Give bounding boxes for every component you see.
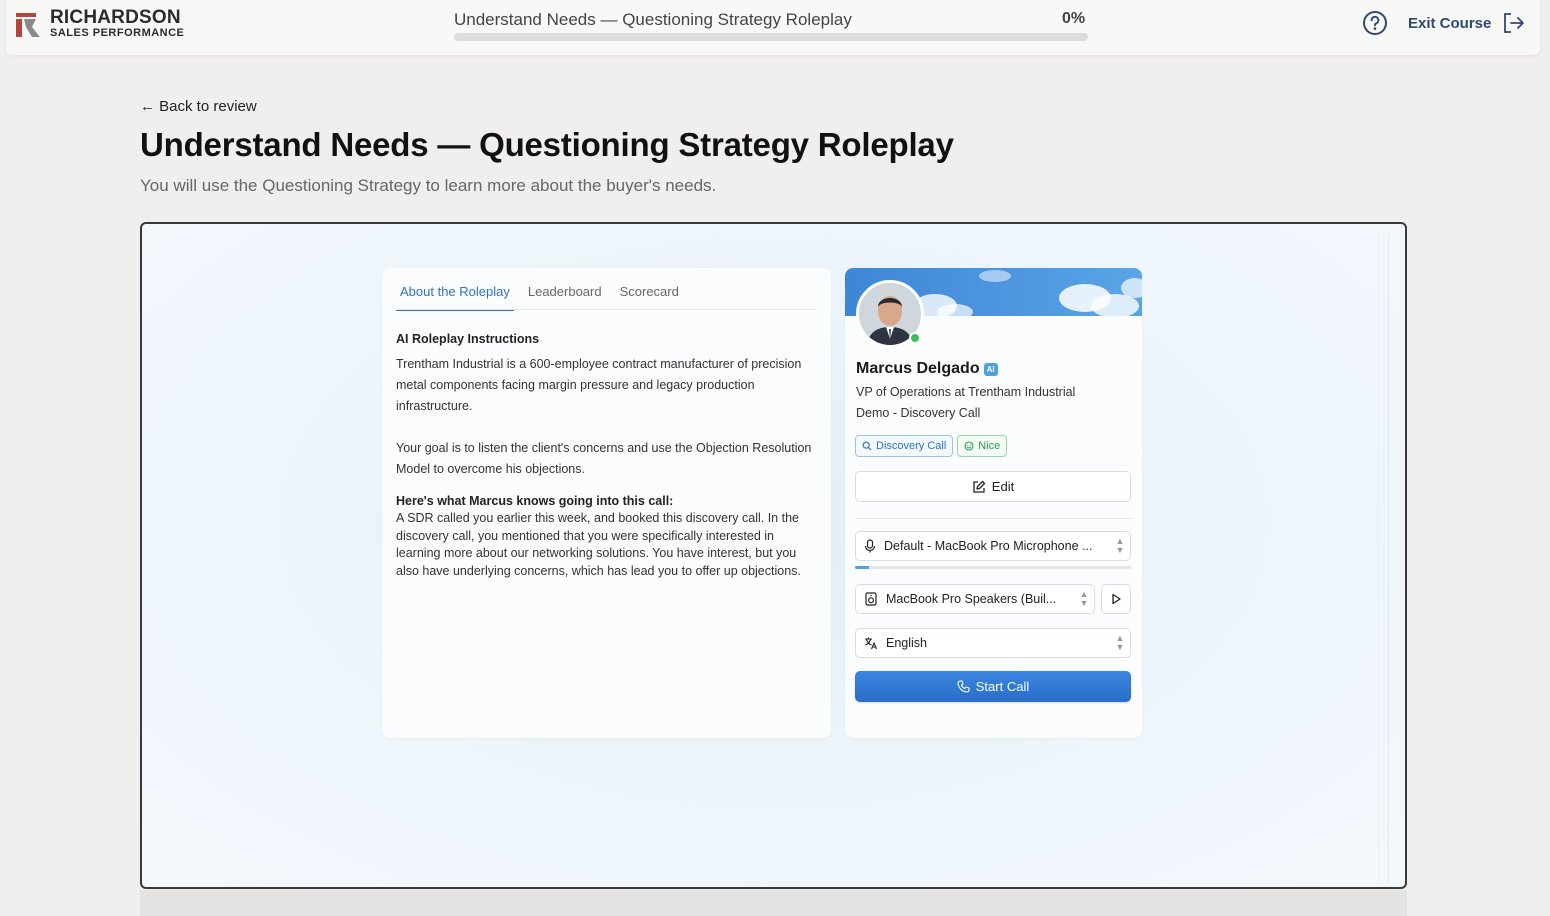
instructions-paragraph: Your goal is to listen the client's conc… xyxy=(396,441,812,476)
tag-discovery-call: Discovery Call xyxy=(855,435,954,457)
tab-divider xyxy=(396,309,817,310)
top-bar: RICHARDSON SALES PERFORMANCE Understand … xyxy=(6,0,1540,55)
tab-about-roleplay[interactable]: About the Roleplay xyxy=(396,280,514,311)
edit-button[interactable]: Edit xyxy=(855,471,1131,502)
chevron-up-down-icon: ▲ ▼ xyxy=(1079,589,1089,608)
persona-name: Marcus Delgado AI xyxy=(856,360,998,378)
brand-logo[interactable]: RICHARDSON SALES PERFORMANCE xyxy=(14,8,184,39)
edit-pencil-icon xyxy=(973,480,985,493)
tag-label: Nice xyxy=(978,440,1001,452)
exit-course-label: Exit Course xyxy=(1408,14,1492,32)
exit-icon xyxy=(1504,13,1525,33)
tab-scorecard[interactable]: Scorecard xyxy=(616,280,683,311)
start-call-button[interactable]: Start Call xyxy=(855,671,1131,702)
chevron-up-down-icon: ▲ ▼ xyxy=(1115,633,1125,652)
frame-scroll-track xyxy=(1388,234,1389,883)
tab-leaderboard[interactable]: Leaderboard xyxy=(524,280,606,311)
roleplay-frame: About the Roleplay Leaderboard Scorecard… xyxy=(140,222,1407,889)
microphone-select[interactable]: Default - MacBook Pro Microphone ... ▲ ▼ xyxy=(855,531,1131,561)
instructions-paragraph: Trentham Industrial is a 600-employee co… xyxy=(396,357,802,413)
page-title: Understand Needs — Questioning Strategy … xyxy=(140,126,954,163)
ai-badge: AI xyxy=(983,362,998,376)
persona-name-text: Marcus Delgado xyxy=(856,360,980,377)
online-status-indicator xyxy=(909,332,921,344)
edit-label: Edit xyxy=(991,479,1015,494)
page-subtitle: You will use the Questioning Strategy to… xyxy=(140,176,717,195)
play-icon xyxy=(1112,593,1121,605)
knows-paragraph: A SDR called you earlier this week, and … xyxy=(396,511,801,578)
course-progress-bar xyxy=(454,33,1088,41)
frame-scroll-track xyxy=(1378,234,1379,883)
roleplay-instructions: AI Roleplay Instructions Trentham Indust… xyxy=(396,332,820,580)
tag-nice: Nice xyxy=(957,435,1008,457)
mic-level-meter xyxy=(855,566,1131,569)
knows-heading: Here's what Marcus knows going into this… xyxy=(396,494,674,508)
persona-tags: Discovery Call Nice xyxy=(855,435,1008,457)
mic-level-fill xyxy=(855,566,869,569)
course-title: Understand Needs — Questioning Strategy … xyxy=(454,10,852,29)
roleplay-tabs: About the Roleplay Leaderboard Scorecard xyxy=(396,280,693,311)
exit-course-button[interactable]: Exit Course xyxy=(1408,12,1525,34)
smile-icon xyxy=(964,441,974,451)
chevron-up-down-icon: ▲ ▼ xyxy=(1115,536,1125,555)
brand-subtitle: SALES PERFORMANCE xyxy=(50,27,185,39)
persona-card: Marcus Delgado AI VP of Operations at Tr… xyxy=(845,268,1142,738)
back-to-review-link[interactable]: ← Back to review xyxy=(140,98,257,115)
roleplay-info-card: About the Roleplay Leaderboard Scorecard… xyxy=(382,268,831,738)
instructions-heading: AI Roleplay Instructions xyxy=(396,332,540,346)
translate-icon xyxy=(865,637,878,650)
speaker-icon xyxy=(865,592,877,606)
persona-role: VP of Operations at Trentham Industrial xyxy=(856,385,1076,399)
brand-name: RICHARDSON xyxy=(50,7,181,28)
microphone-icon xyxy=(864,539,876,553)
phone-icon xyxy=(957,680,970,693)
speaker-value: MacBook Pro Speakers (Buil... xyxy=(886,592,1057,606)
language-select[interactable]: English ▲ ▼ xyxy=(855,628,1131,658)
richardson-logo-icon xyxy=(16,12,40,37)
tag-label: Discovery Call xyxy=(876,440,947,452)
bottom-strip xyxy=(140,890,1407,916)
speaker-select[interactable]: MacBook Pro Speakers (Buil... ▲ ▼ xyxy=(855,584,1095,614)
start-call-label: Start Call xyxy=(975,679,1030,694)
microphone-value: Default - MacBook Pro Microphone ... xyxy=(884,539,1093,553)
language-value: English xyxy=(886,636,927,650)
course-progress-label: 0% xyxy=(1062,10,1086,27)
test-speaker-button[interactable] xyxy=(1101,584,1131,614)
search-icon xyxy=(862,441,872,451)
persona-scenario: Demo - Discovery Call xyxy=(856,406,981,420)
help-icon[interactable] xyxy=(1362,10,1388,36)
divider xyxy=(855,518,1132,519)
